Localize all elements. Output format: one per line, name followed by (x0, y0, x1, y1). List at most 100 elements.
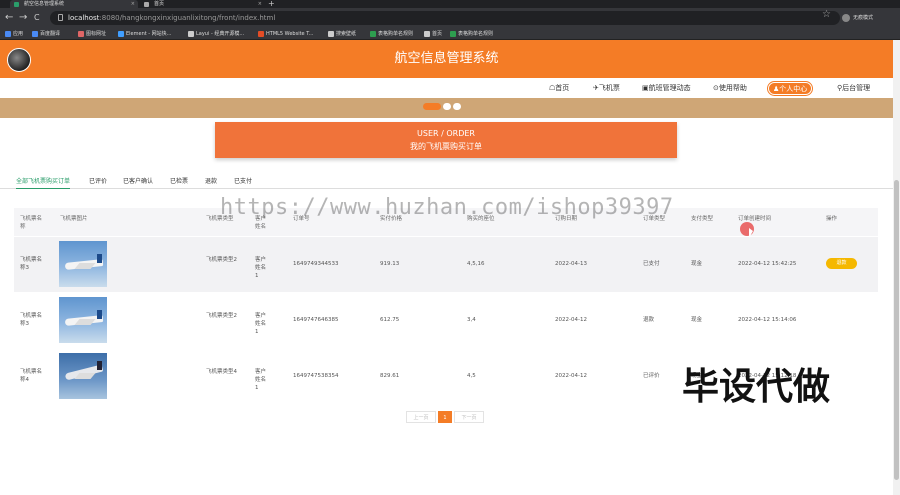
bookmark-item[interactable]: HTML5 Website T... (258, 28, 313, 40)
browser-toolbar: ← → C localhost:8080/hangkongxinxiguanli… (0, 8, 900, 28)
nav-admin[interactable]: ⚲后台管理 (837, 82, 870, 95)
bookmark-icon (258, 31, 264, 37)
page-number-current[interactable]: 1 (438, 411, 452, 423)
ticket-name: 飞机票名称3 (20, 313, 43, 327)
order-status: 退款 (643, 317, 655, 323)
forward-icon[interactable]: → (19, 11, 27, 25)
bookmark-star-icon[interactable]: ☆ (822, 9, 831, 20)
info-icon[interactable] (58, 14, 63, 21)
prev-page-button[interactable]: 上一页 (406, 411, 436, 423)
ticket-type: 飞机票类型2 (206, 313, 237, 319)
browser-tab-strip: 航空信息管理系统 × 首页 × + (0, 0, 900, 8)
carousel-banner (0, 98, 893, 118)
page-viewport: 航空信息管理系统 ☖首页 ✈飞机票 ▣航班管理动态 ⊙使用帮助 ♟个人中心 ⚲后… (0, 40, 900, 495)
bookmark-icon (32, 31, 38, 37)
tab-customer-confirmed[interactable]: 已客户确认 (123, 176, 153, 185)
new-tab-button[interactable]: + (268, 0, 275, 8)
order-header-en: USER / ORDER (417, 129, 475, 138)
tab-label: 首页 (154, 1, 165, 7)
refund-button[interactable]: 退款 (826, 258, 857, 269)
ticket-image (59, 297, 107, 343)
nav-help[interactable]: ⊙使用帮助 (713, 82, 747, 95)
bookmark-icon (78, 31, 84, 37)
seats: 4,5,16 (467, 261, 485, 267)
ticket-image (59, 353, 107, 399)
payment-type: 现金 (691, 261, 703, 267)
table-row[interactable]: 飞机票名称3 飞机票类型2 客户姓名1 1649749344533 919.13… (14, 237, 878, 292)
seats: 3,4 (467, 317, 476, 323)
profile-button[interactable]: 无痕模式 (842, 12, 898, 24)
customer-name: 客户姓名1 (255, 369, 267, 391)
back-icon[interactable]: ← (5, 11, 13, 25)
nav-user-center[interactable]: ♟个人中心 (768, 82, 813, 95)
bookmark-icon (188, 31, 194, 37)
order-number: 1649747538354 (293, 373, 339, 379)
order-status-tabs: 全部飞机票购买订单 已评价 已客户确认 已检票 退款 已支付 (0, 173, 893, 189)
bookmark-item[interactable]: 应用 (5, 28, 23, 40)
created-time: 2022-04-12 15:42:25 (738, 261, 797, 267)
created-time: 2022-04-12 15:14:06 (738, 317, 797, 323)
scrollbar-thumb[interactable] (894, 180, 899, 480)
order-status: 已支付 (643, 261, 660, 267)
column-header: 支付类型 (691, 216, 714, 222)
order-number: 1649749344533 (293, 261, 339, 267)
page-scrollbar[interactable] (893, 40, 900, 495)
ticket-image (59, 241, 107, 287)
watermark-text: https://www.huzhan.com/ishop39397 (220, 195, 674, 220)
order-status: 已评价 (643, 373, 660, 379)
table-row[interactable]: 飞机票名称3 飞机票类型2 客户姓名1 1649747646385 612.75… (14, 293, 878, 348)
site-header: 航空信息管理系统 (0, 40, 893, 78)
tab-paid[interactable]: 已支付 (234, 176, 252, 185)
column-header: 操作 (826, 216, 838, 222)
order-date: 2022-04-12 (555, 373, 587, 379)
paid-price: 612.75 (380, 317, 400, 323)
tab-label: 航空信息管理系统 (24, 1, 65, 7)
carousel-indicators (423, 103, 463, 110)
bookmark-item[interactable]: 表格购单名规则 (370, 28, 413, 40)
bookmarks-bar: 应用 百度翻译 图标网址 Element - 网站快... Layui - 经典… (0, 28, 900, 40)
column-header: 飞机票名称 (20, 216, 43, 230)
profile-label: 无痕模式 (853, 15, 874, 21)
bookmark-icon (328, 31, 334, 37)
tab-close-icon[interactable]: × (131, 0, 135, 8)
customer-name: 客户姓名1 (255, 313, 267, 335)
bookmark-item[interactable]: 百度翻译 (32, 28, 60, 40)
mouse-cursor-icon (749, 228, 753, 238)
order-number: 1649747646385 (293, 317, 339, 323)
bookmark-item[interactable]: 图标网址 (78, 28, 106, 40)
browser-tab-active[interactable]: 航空信息管理系统 × (10, 0, 138, 8)
avatar (842, 13, 850, 22)
paid-price: 829.61 (380, 373, 400, 379)
bookmark-item[interactable]: 表格购单名规则 (450, 28, 493, 40)
nav-flight-news[interactable]: ▣航班管理动态 (642, 82, 691, 95)
nav-home[interactable]: ☖首页 (549, 82, 569, 95)
customer-name: 客户姓名1 (255, 257, 267, 279)
tab-refund[interactable]: 退款 (205, 176, 217, 185)
apps-icon (5, 31, 11, 37)
nav-tickets[interactable]: ✈飞机票 (593, 82, 620, 95)
bookmark-item[interactable]: Element - 网站快... (118, 28, 171, 40)
next-page-button[interactable]: 下一页 (454, 411, 484, 423)
bookmark-item[interactable]: 搜索壁纸 (328, 28, 356, 40)
carousel-dot[interactable] (453, 103, 461, 110)
ticket-name: 飞机票名称4 (20, 369, 43, 383)
url-text: localhost:8080/hangkongxinxiguanlixitong… (68, 14, 276, 22)
overlay-caption: 毕设代做 (682, 365, 830, 408)
tab-checked-in[interactable]: 已检票 (170, 176, 188, 185)
address-bar[interactable]: localhost:8080/hangkongxinxiguanlixitong… (50, 11, 840, 25)
tab-reviewed[interactable]: 已评价 (89, 176, 107, 185)
tab-favicon-icon (14, 2, 19, 7)
site-nav: ☖首页 ✈飞机票 ▣航班管理动态 ⊙使用帮助 ♟个人中心 ⚲后台管理 (0, 78, 893, 98)
payment-type: 现金 (691, 317, 703, 323)
bookmark-item[interactable]: Layui - 经典开源模... (188, 28, 244, 40)
seats: 4,5 (467, 373, 476, 379)
tab-close-icon[interactable]: × (258, 0, 262, 8)
tab-all-orders[interactable]: 全部飞机票购买订单 (16, 176, 71, 189)
reload-icon[interactable]: C (34, 11, 40, 25)
tab-favicon-icon (144, 2, 149, 7)
browser-tab[interactable]: 首页 × (140, 0, 265, 8)
carousel-dot[interactable] (443, 103, 451, 110)
bookmark-item[interactable]: 首页 (424, 28, 442, 40)
carousel-dot-active[interactable] (423, 103, 441, 110)
order-date: 2022-04-13 (555, 261, 587, 267)
